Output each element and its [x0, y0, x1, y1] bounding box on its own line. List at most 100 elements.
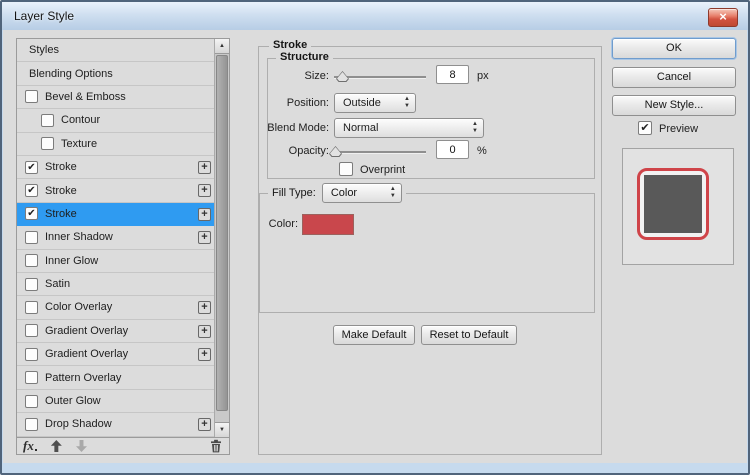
add-effect-button[interactable]: +	[198, 325, 211, 338]
position-select[interactable]: Outside ▲▼	[334, 93, 416, 113]
blend-mode-select[interactable]: Normal ▲▼	[334, 118, 484, 138]
sidebar-item-blending-options[interactable]: Blending Options	[17, 62, 214, 85]
dialog-content: Styles Blending Options Bevel & Emboss C…	[3, 30, 747, 463]
scroll-down-button[interactable]: ▼	[215, 422, 229, 437]
sidebar-item-label: Contour	[61, 114, 100, 126]
effect-checkbox[interactable]	[41, 114, 54, 127]
position-label: Position:	[258, 97, 329, 109]
make-default-button[interactable]: Make Default	[333, 325, 415, 345]
blend-mode-value: Normal	[343, 122, 378, 134]
panel-title: Stroke	[269, 39, 311, 51]
sidebar-item-label: Pattern Overlay	[45, 372, 121, 384]
sidebar-item-inner-shadow[interactable]: Inner Shadow +	[17, 226, 214, 249]
effect-checkbox[interactable]	[25, 418, 38, 431]
preview-label: Preview	[659, 123, 698, 135]
preview-stroked-shape	[637, 168, 709, 240]
sidebar-item-label: Stroke	[45, 185, 77, 197]
opacity-slider-track[interactable]	[334, 151, 426, 153]
sidebar-item-styles[interactable]: Styles	[17, 39, 214, 62]
effect-checkbox[interactable]	[25, 301, 38, 314]
scroll-up-button[interactable]: ▲	[215, 39, 229, 54]
spinner-icon: ▲▼	[390, 186, 396, 200]
color-label: Color:	[256, 218, 298, 230]
overprint-checkbox[interactable]	[339, 162, 353, 176]
scroll-down-icon: ▼	[219, 427, 225, 433]
opacity-unit: %	[477, 145, 487, 157]
effect-checkbox[interactable]	[25, 90, 38, 103]
sidebar-item-gradient-overlay-1[interactable]: Gradient Overlay +	[17, 320, 214, 343]
close-button[interactable]: ×	[708, 8, 738, 27]
fx-menu-button[interactable]: fx	[23, 438, 34, 454]
effect-checkbox[interactable]: ✔	[25, 161, 38, 174]
add-effect-button[interactable]: +	[198, 208, 211, 221]
effect-checkbox[interactable]: ✔	[25, 207, 38, 220]
sidebar-item-texture[interactable]: Texture	[17, 133, 214, 156]
effect-checkbox[interactable]	[25, 231, 38, 244]
effect-checkbox[interactable]	[41, 137, 54, 150]
check-icon: ✔	[27, 208, 35, 219]
delete-effect-icon[interactable]	[209, 439, 223, 453]
reset-to-default-button[interactable]: Reset to Default	[421, 325, 517, 345]
effect-checkbox[interactable]: ✔	[25, 184, 38, 197]
add-effect-button[interactable]: +	[198, 418, 211, 431]
title-bar[interactable]: Layer Style ×	[2, 2, 748, 30]
opacity-input[interactable]	[436, 140, 469, 159]
fill-type-group: Fill Type: Color ▲▼ Color:	[259, 193, 595, 313]
effect-checkbox[interactable]	[25, 254, 38, 267]
spinner-icon: ▲▼	[404, 96, 410, 110]
sidebar-item-stroke-3-selected[interactable]: ✔ Stroke +	[17, 203, 214, 226]
effects-scrollbar[interactable]: ▲ ▼	[214, 39, 229, 437]
stroke-color-swatch[interactable]	[302, 214, 354, 235]
sidebar-item-label: Styles	[29, 44, 59, 56]
sidebar-item-stroke-1[interactable]: ✔ Stroke +	[17, 156, 214, 179]
effect-checkbox[interactable]	[25, 348, 38, 361]
sidebar-item-pattern-overlay[interactable]: Pattern Overlay	[17, 366, 214, 389]
fill-type-select[interactable]: Color ▲▼	[322, 183, 402, 203]
ok-button[interactable]: OK	[612, 38, 736, 59]
dialog-title: Layer Style	[14, 9, 74, 23]
size-input[interactable]	[436, 65, 469, 84]
sidebar-item-label: Drop Shadow	[45, 418, 112, 430]
new-style-button[interactable]: New Style...	[612, 95, 736, 116]
cancel-button[interactable]: Cancel	[612, 67, 736, 88]
effects-list: Styles Blending Options Bevel & Emboss C…	[16, 38, 230, 455]
close-icon: ×	[719, 9, 727, 24]
add-effect-button[interactable]: +	[198, 301, 211, 314]
sidebar-item-drop-shadow[interactable]: Drop Shadow +	[17, 413, 214, 436]
effect-checkbox[interactable]	[25, 395, 38, 408]
sidebar-item-label: Bevel & Emboss	[45, 91, 126, 103]
move-effect-up-icon[interactable]	[51, 440, 62, 452]
sidebar-item-label: Satin	[45, 278, 70, 290]
add-effect-button[interactable]: +	[198, 231, 211, 244]
add-effect-button[interactable]: +	[198, 161, 211, 174]
sidebar-item-gradient-overlay-2[interactable]: Gradient Overlay +	[17, 343, 214, 366]
check-icon: ✔	[27, 162, 35, 173]
sidebar-item-outer-glow[interactable]: Outer Glow	[17, 390, 214, 413]
size-slider-track[interactable]	[334, 76, 426, 78]
preview-checkbox[interactable]: ✔	[638, 121, 652, 135]
effect-checkbox[interactable]	[25, 371, 38, 384]
sidebar-item-stroke-2[interactable]: ✔ Stroke +	[17, 179, 214, 202]
sidebar-item-contour[interactable]: Contour	[17, 109, 214, 132]
sidebar-item-bevel-emboss[interactable]: Bevel & Emboss	[17, 86, 214, 109]
add-effect-button[interactable]: +	[198, 184, 211, 197]
blend-mode-label: Blend Mode:	[258, 122, 329, 134]
opacity-label: Opacity:	[258, 145, 329, 157]
effect-checkbox[interactable]	[25, 278, 38, 291]
size-label: Size:	[258, 70, 329, 82]
overprint-label: Overprint	[360, 164, 405, 176]
sidebar-item-label: Stroke	[45, 161, 77, 173]
structure-group: Structure Size: px Position: Outside ▲▼ …	[267, 58, 595, 179]
move-effect-down-icon[interactable]	[76, 440, 87, 452]
sidebar-item-label: Color Overlay	[45, 301, 112, 313]
sidebar-item-inner-glow[interactable]: Inner Glow	[17, 250, 214, 273]
scrollbar-thumb[interactable]	[216, 55, 228, 411]
add-effect-button[interactable]: +	[198, 348, 211, 361]
opacity-slider-thumb[interactable]	[329, 146, 342, 157]
effect-checkbox[interactable]	[25, 324, 38, 337]
stroke-panel: Stroke Structure Size: px Position: Outs…	[258, 46, 602, 455]
sidebar-item-satin[interactable]: Satin	[17, 273, 214, 296]
effects-list-toolbar: fx	[17, 437, 229, 454]
sidebar-item-color-overlay[interactable]: Color Overlay +	[17, 296, 214, 319]
size-slider-thumb[interactable]	[336, 71, 349, 82]
